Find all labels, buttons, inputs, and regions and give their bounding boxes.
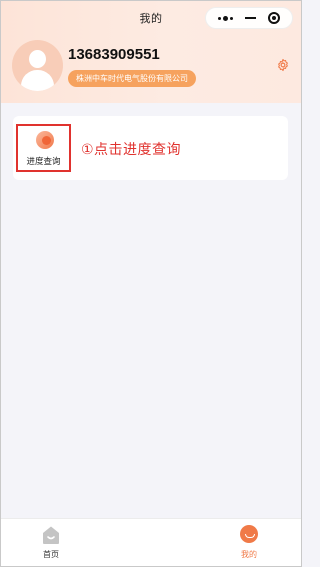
mini-program-capsule	[205, 7, 293, 29]
tab-mine-label: 我的	[241, 550, 257, 559]
minimize-icon[interactable]	[245, 17, 256, 19]
annotation-text: ①点击进度查询	[81, 142, 182, 158]
tab-home-label: 首页	[43, 550, 59, 559]
user-phone: 13683909551	[68, 46, 160, 63]
tab-bar: 首页 我的	[1, 518, 301, 566]
tab-mine[interactable]: 我的	[229, 525, 269, 563]
home-icon	[43, 526, 59, 544]
progress-query-icon	[36, 131, 54, 149]
avatar-body-shape	[21, 70, 54, 91]
profile-icon	[240, 525, 258, 543]
avatar-head-shape	[29, 50, 46, 68]
page-title: 我的	[139, 12, 163, 25]
more-icon[interactable]	[218, 15, 233, 21]
company-badge: 株洲中车时代电气股份有限公司	[68, 70, 196, 87]
close-icon[interactable]	[268, 12, 280, 24]
progress-query-label: 进度查询	[26, 157, 61, 167]
avatar[interactable]	[12, 40, 63, 91]
tab-home[interactable]: 首页	[31, 525, 71, 563]
progress-query-button[interactable]: 进度查询	[16, 124, 71, 172]
gear-icon[interactable]	[276, 58, 290, 72]
